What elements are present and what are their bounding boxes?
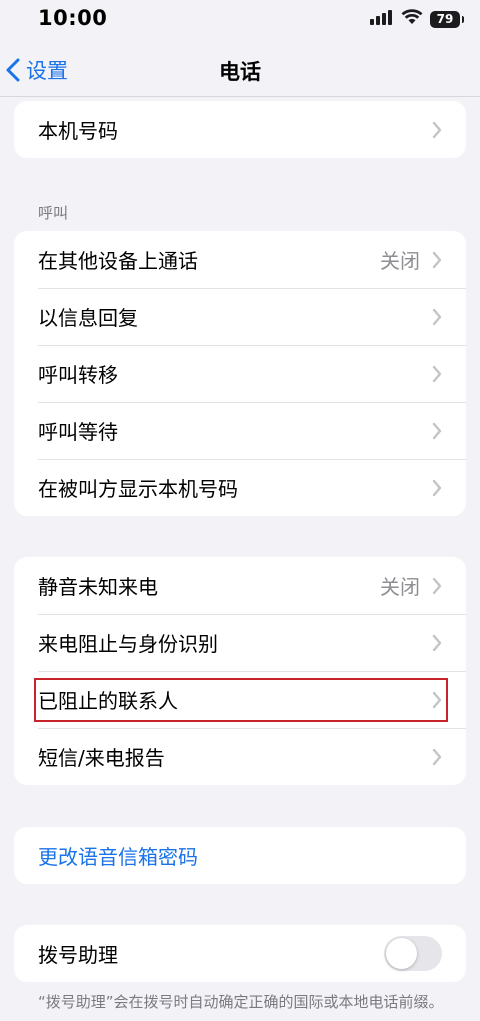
dial-assist-group: 拨号助理 (14, 925, 466, 982)
row-call-waiting[interactable]: 呼叫等待 (14, 402, 466, 459)
change-voicemail-password-link[interactable]: 更改语音信箱密码 (38, 841, 442, 870)
chevron-right-icon (432, 479, 442, 497)
battery-icon: 79 (430, 10, 464, 28)
wifi-icon (401, 9, 423, 29)
row-label: 本机号码 (38, 119, 118, 143)
row-label: 以信息回复 (38, 306, 138, 330)
row-value: 关闭 (380, 575, 420, 599)
page-title: 电话 (219, 60, 261, 84)
row-label: 静音未知来电 (38, 575, 158, 599)
chevron-right-icon (432, 634, 442, 652)
navigation-bar: 设置 电话 (0, 44, 480, 97)
chevron-right-icon (432, 308, 442, 326)
status-icons: 79 (370, 9, 464, 29)
row-label: 呼叫等待 (38, 420, 118, 444)
chevron-right-icon (432, 577, 442, 595)
status-time: 10:00 (38, 6, 108, 30)
dial-assist-footer-note: “拨号助理”会在拨号时自动确定正确的国际或本地电话前缀。 (38, 993, 444, 1011)
row-call-blocking-identification[interactable]: 来电阻止与身份识别 (14, 614, 466, 671)
section-header-calls: 呼叫 (38, 204, 69, 222)
blocking-group: 静音未知来电 关闭 来电阻止与身份识别 已阻止的联系人 短信/来电报告 (14, 557, 466, 785)
chevron-right-icon (432, 251, 442, 269)
row-label: 呼叫转移 (38, 363, 118, 387)
row-change-voicemail-password[interactable]: 更改语音信箱密码 (14, 827, 466, 884)
row-calls-on-other-devices[interactable]: 在其他设备上通话 关闭 (14, 231, 466, 288)
row-label: 短信/来电报告 (38, 746, 165, 770)
row-label: 在其他设备上通话 (38, 249, 198, 273)
chevron-right-icon (432, 365, 442, 383)
chevron-right-icon (432, 748, 442, 766)
row-label: 已阻止的联系人 (38, 689, 178, 713)
row-label: 在被叫方显示本机号码 (38, 477, 238, 501)
row-show-caller-id[interactable]: 在被叫方显示本机号码 (14, 459, 466, 516)
toggle-knob (386, 938, 417, 969)
calls-group: 在其他设备上通话 关闭 以信息回复 呼叫转移 呼叫等待 在被叫方显示本机号码 (14, 231, 466, 516)
row-label: 拨号助理 (38, 943, 118, 967)
cellular-signal-icon (370, 9, 394, 29)
my-number-group: 本机号码 (14, 101, 466, 158)
chevron-right-icon (432, 691, 442, 709)
row-call-forwarding[interactable]: 呼叫转移 (14, 345, 466, 402)
row-label: 来电阻止与身份识别 (38, 632, 218, 656)
status-bar: 10:00 79 (0, 0, 480, 38)
row-value: 关闭 (380, 249, 420, 273)
row-my-number[interactable]: 本机号码 (14, 101, 466, 158)
dial-assist-toggle[interactable] (384, 936, 442, 971)
voicemail-group: 更改语音信箱密码 (14, 827, 466, 884)
row-silence-unknown-callers[interactable]: 静音未知来电 关闭 (14, 557, 466, 614)
row-sms-call-reporting[interactable]: 短信/来电报告 (14, 728, 466, 785)
chevron-right-icon (432, 422, 442, 440)
row-dial-assist: 拨号助理 (14, 925, 466, 982)
row-blocked-contacts[interactable]: 已阻止的联系人 (14, 671, 466, 728)
chevron-right-icon (432, 121, 442, 139)
row-respond-with-text[interactable]: 以信息回复 (14, 288, 466, 345)
